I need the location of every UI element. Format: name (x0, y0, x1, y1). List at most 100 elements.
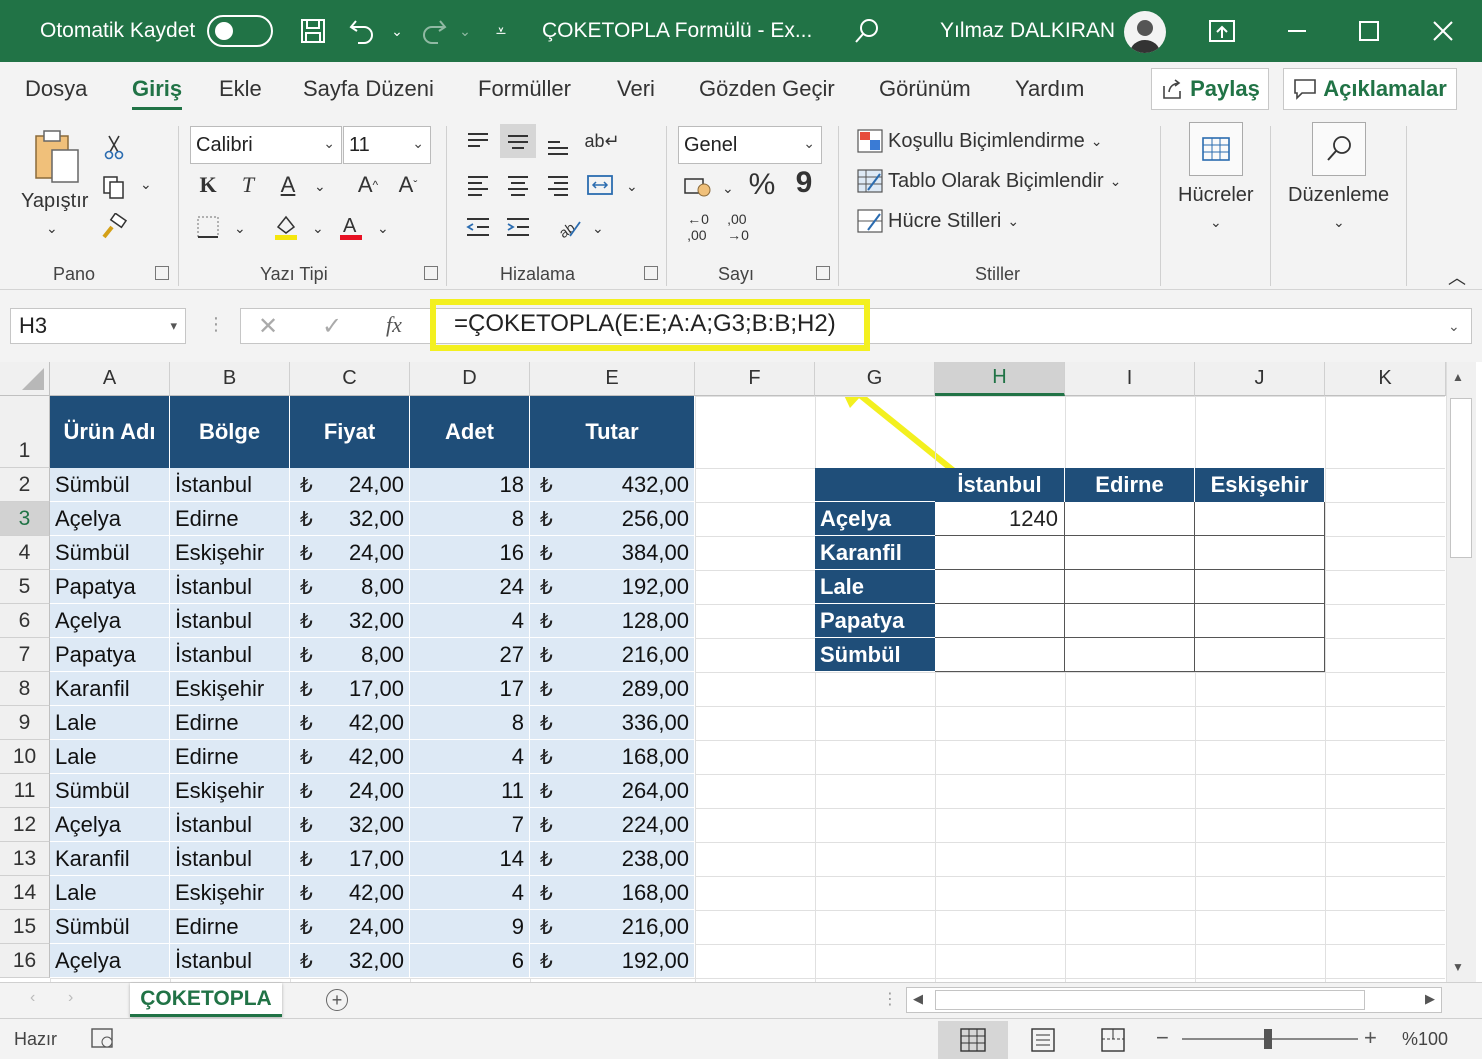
undo-icon[interactable] (346, 14, 380, 48)
table-cell-qty[interactable]: 8 (410, 706, 530, 740)
summary-region-header[interactable]: Eskişehir (1195, 468, 1325, 502)
scroll-thumb[interactable] (1450, 398, 1472, 558)
autosave-toggle[interactable] (207, 15, 273, 47)
page-layout-view-icon[interactable] (1028, 1027, 1058, 1058)
font-color-dropdown-icon[interactable]: ⌄ (377, 220, 389, 237)
insert-function-button[interactable]: fx (386, 312, 402, 338)
row-header-11[interactable]: 11 (0, 774, 50, 808)
row-header-1[interactable]: 1 (0, 396, 50, 468)
row-header-3[interactable]: 3 (0, 502, 50, 536)
currency-dropdown-icon[interactable]: ⌄ (722, 180, 734, 197)
font-color-icon[interactable]: A (333, 210, 369, 244)
zoom-in-icon[interactable]: + (1364, 1025, 1377, 1051)
formula-bar-splitter-icon[interactable]: ⋮ (207, 314, 225, 335)
summary-value-cell[interactable] (935, 536, 1065, 570)
page-break-view-icon[interactable] (1098, 1027, 1128, 1058)
number-format-select[interactable]: Genel ⌄ (678, 126, 822, 164)
table-cell[interactable]: Açelya (50, 502, 170, 536)
align-top-icon[interactable] (460, 124, 496, 158)
merge-center-icon[interactable] (582, 168, 618, 202)
column-header-h[interactable]: H (935, 362, 1065, 396)
align-left-icon[interactable] (460, 168, 496, 202)
summary-value-cell[interactable] (1195, 502, 1325, 536)
cells-dropdown-icon[interactable]: ⌄ (1210, 214, 1222, 231)
column-header-d[interactable]: D (410, 362, 530, 396)
table-cell[interactable]: Lale (50, 706, 170, 740)
copy-dropdown-icon[interactable]: ⌄ (140, 176, 152, 193)
table-cell-qty[interactable]: 9 (410, 910, 530, 944)
save-icon[interactable] (296, 14, 330, 48)
copy-icon[interactable] (96, 170, 132, 204)
table-cell[interactable]: Eskişehir (170, 536, 290, 570)
row-header-9[interactable]: 9 (0, 706, 50, 740)
italic-button[interactable]: T (230, 168, 266, 202)
table-cell[interactable]: İstanbul (170, 842, 290, 876)
summary-value-cell[interactable] (935, 604, 1065, 638)
paste-icon[interactable] (32, 128, 82, 186)
bold-button[interactable]: K (190, 168, 226, 202)
font-name-select[interactable]: Calibri ⌄ (190, 126, 342, 164)
fill-color-dropdown-icon[interactable]: ⌄ (312, 220, 324, 237)
collapse-ribbon-icon[interactable]: ︿ (1448, 264, 1466, 290)
shrink-font-icon[interactable]: Aˇ (390, 168, 426, 202)
prev-sheet-icon[interactable]: ‹ (30, 989, 35, 1007)
row-header-13[interactable]: 13 (0, 842, 50, 876)
cell-h3[interactable]: 1240 (935, 502, 1065, 536)
conditional-formatting-button[interactable]: Koşullu Biçimlendirme ⌄ (856, 128, 1102, 154)
table-cell-qty[interactable]: 18 (410, 468, 530, 502)
table-cell-total[interactable]: 289,00 (530, 672, 695, 706)
align-center-icon[interactable] (500, 168, 536, 202)
clipboard-launcher-icon[interactable] (155, 266, 169, 280)
column-header-c[interactable]: C (290, 362, 410, 396)
currency-format-icon[interactable] (680, 170, 716, 204)
summary-value-cell[interactable] (1195, 638, 1325, 672)
row-header-4[interactable]: 4 (0, 536, 50, 570)
wrap-text-icon[interactable]: ab↵ (584, 124, 620, 158)
paste-label[interactable]: Yapıştır (21, 190, 88, 213)
column-header-j[interactable]: J (1195, 362, 1325, 396)
cells-icon[interactable] (1189, 122, 1243, 176)
cut-icon[interactable] (96, 130, 132, 164)
add-sheet-icon[interactable]: + (326, 989, 348, 1011)
table-cell-total[interactable]: 168,00 (530, 876, 695, 910)
table-cell[interactable]: Açelya (50, 604, 170, 638)
enter-icon[interactable]: ✓ (322, 312, 342, 341)
summary-value-cell[interactable] (1195, 570, 1325, 604)
redo-dropdown-icon[interactable]: ⌄ (448, 14, 482, 48)
fill-color-icon[interactable] (268, 210, 304, 244)
table-cell[interactable]: Edirne (170, 740, 290, 774)
cancel-icon[interactable]: ✕ (258, 312, 278, 341)
borders-dropdown-icon[interactable]: ⌄ (234, 220, 246, 237)
table-cell[interactable]: Eskişehir (170, 876, 290, 910)
row-header-14[interactable]: 14 (0, 876, 50, 910)
summary-value-cell[interactable] (1065, 536, 1195, 570)
tab-review[interactable]: Gözden Geçir (699, 76, 835, 102)
summary-value-cell[interactable] (1065, 638, 1195, 672)
summary-product-header[interactable]: Papatya (815, 604, 935, 638)
summary-value-cell[interactable] (1195, 536, 1325, 570)
underline-dropdown-icon[interactable]: ⌄ (314, 178, 326, 195)
table-cell[interactable]: Papatya (50, 570, 170, 604)
summary-product-header[interactable]: Lale (815, 570, 935, 604)
row-header-2[interactable]: 2 (0, 468, 50, 502)
summary-product-header[interactable]: Açelya (815, 502, 935, 536)
table-cell-qty[interactable]: 24 (410, 570, 530, 604)
summary-region-header[interactable]: İstanbul (935, 468, 1065, 502)
table-cell[interactable]: Edirne (170, 706, 290, 740)
column-header-i[interactable]: I (1065, 362, 1195, 396)
table-cell[interactable]: Eskişehir (170, 672, 290, 706)
tab-insert[interactable]: Ekle (219, 76, 262, 102)
normal-view-button[interactable] (938, 1021, 1008, 1059)
table-cell-total[interactable]: 224,00 (530, 808, 695, 842)
table-cell-total[interactable]: 336,00 (530, 706, 695, 740)
redo-icon[interactable] (416, 14, 450, 48)
customize-toolbar-icon[interactable]: ⩡ (484, 14, 518, 48)
table-cell-total[interactable]: 256,00 (530, 502, 695, 536)
next-sheet-icon[interactable]: › (68, 989, 73, 1007)
table-cell[interactable]: Sümbül (50, 774, 170, 808)
undo-dropdown-icon[interactable]: ⌄ (380, 14, 414, 48)
column-header-g[interactable]: G (815, 362, 935, 396)
column-header-e[interactable]: E (530, 362, 695, 396)
underline-button[interactable]: A (270, 168, 306, 202)
align-right-icon[interactable] (540, 168, 576, 202)
